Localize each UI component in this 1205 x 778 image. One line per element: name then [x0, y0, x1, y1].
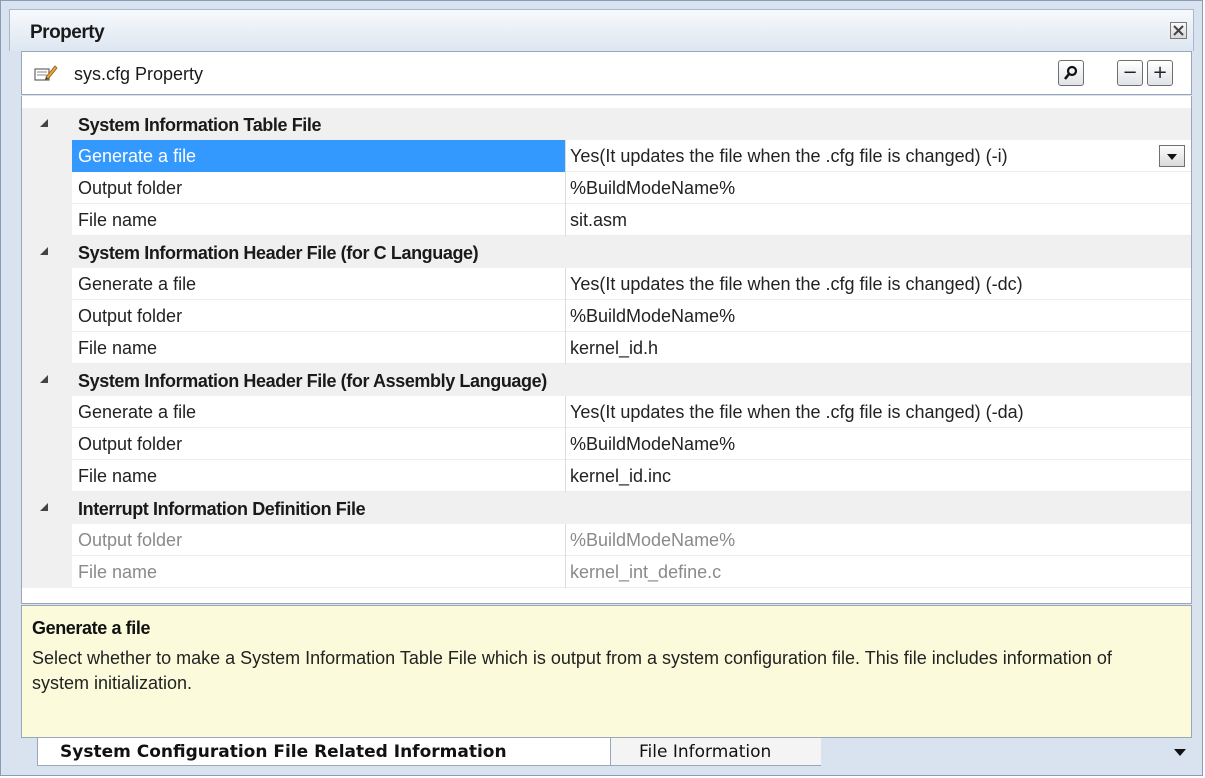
row-gutter — [22, 428, 72, 460]
property-name-text: File name — [78, 210, 158, 230]
property-name[interactable]: File name — [72, 460, 566, 492]
description-title: Generate a file — [32, 618, 151, 638]
panel-titlebar: Property — [9, 9, 1194, 51]
property-name-text: File name — [78, 338, 158, 358]
property-value[interactable]: Yes(It updates the file when the .cfg fi… — [566, 396, 1191, 428]
tab-system-configuration-file-related-information[interactable]: System Configuration File Related Inform… — [37, 738, 611, 766]
description-pane: Generate a file Select whether to make a… — [21, 605, 1192, 738]
property-name-text: File name — [78, 562, 158, 582]
property-name-text: Generate a file — [78, 274, 197, 294]
category-label: System Information Header File (for C La… — [78, 243, 479, 263]
close-icon[interactable] — [1170, 22, 1187, 39]
property-value[interactable]: %BuildModeName% — [566, 428, 1191, 460]
property-value: kernel_int_define.c — [566, 556, 1191, 588]
category-label: Interrupt Information Definition File — [78, 499, 366, 519]
property-value[interactable]: Yes(It updates the file when the .cfg fi… — [566, 268, 1191, 300]
category-header-file-assembly[interactable]: System Information Header File (for Asse… — [22, 364, 1191, 396]
property-name-text: Output folder — [78, 434, 183, 454]
expand-all-button[interactable]: + — [1147, 60, 1173, 86]
property-value-text: kernel_int_define.c — [570, 562, 722, 582]
property-value[interactable]: kernel_id.h — [566, 332, 1191, 364]
property-row-file-name: File name kernel_int_define.c — [22, 556, 1191, 588]
property-value-text: Yes(It updates the file when the .cfg fi… — [570, 146, 1008, 166]
search-button[interactable] — [1058, 60, 1084, 86]
category-header-file-c[interactable]: System Information Header File (for C La… — [22, 236, 1191, 268]
property-value-text: kernel_id.inc — [570, 466, 672, 486]
property-row-file-name[interactable]: File name sit.asm — [22, 204, 1191, 236]
property-name[interactable]: Generate a file — [72, 268, 566, 300]
row-gutter — [22, 300, 72, 332]
collapse-arrow-icon[interactable] — [40, 247, 48, 255]
row-gutter — [22, 396, 72, 428]
property-row-generate-a-file[interactable]: Generate a file Yes(It updates the file … — [22, 396, 1191, 428]
property-row-generate-a-file[interactable]: Generate a file Yes(It updates the file … — [22, 140, 1191, 172]
property-name[interactable]: Generate a file — [72, 396, 566, 428]
property-value[interactable]: %BuildModeName% — [566, 172, 1191, 204]
property-value-text: %BuildModeName% — [570, 178, 736, 198]
property-name-text: File name — [78, 466, 158, 486]
row-gutter — [22, 204, 72, 236]
property-name[interactable]: File name — [72, 332, 566, 364]
tab-strip: System Configuration File Related Inform… — [21, 738, 1192, 768]
property-toolbar: sys.cfg Property − + — [21, 51, 1192, 95]
search-icon — [1063, 65, 1078, 80]
property-value[interactable]: %BuildModeName% — [566, 300, 1191, 332]
property-row-output-folder[interactable]: Output folder %BuildModeName% — [22, 428, 1191, 460]
row-gutter — [22, 140, 72, 172]
property-value-text: %BuildModeName% — [570, 434, 736, 454]
property-row-output-folder[interactable]: Output folder %BuildModeName% — [22, 172, 1191, 204]
tab-list-dropdown-icon[interactable] — [1174, 749, 1186, 756]
property-row-file-name[interactable]: File name kernel_id.h — [22, 332, 1191, 364]
tab-file-information[interactable]: File Information — [611, 738, 821, 766]
property-grid: System Information Table File Generate a… — [21, 96, 1192, 604]
property-value: %BuildModeName% — [566, 524, 1191, 556]
property-name-text: Generate a file — [78, 402, 197, 422]
property-name-text: Output folder — [78, 306, 183, 326]
property-name-text: Generate a file — [78, 146, 197, 166]
property-value-text: sit.asm — [570, 210, 628, 230]
property-row-file-name[interactable]: File name kernel_id.inc — [22, 460, 1191, 492]
category-label: System Information Table File — [78, 115, 322, 135]
collapse-all-button[interactable]: − — [1117, 60, 1143, 86]
row-gutter — [22, 460, 72, 492]
row-gutter — [22, 268, 72, 300]
property-name-text: Output folder — [78, 530, 183, 550]
toolbar-label: sys.cfg Property — [74, 64, 204, 84]
row-gutter — [22, 332, 72, 364]
property-value-text: kernel_id.h — [570, 338, 659, 358]
property-icon — [34, 63, 58, 83]
category-label: System Information Header File (for Asse… — [78, 371, 547, 391]
property-row-generate-a-file[interactable]: Generate a file Yes(It updates the file … — [22, 268, 1191, 300]
row-gutter — [22, 556, 72, 588]
property-value-text: Yes(It updates the file when the .cfg fi… — [570, 402, 1024, 422]
property-value[interactable]: sit.asm — [566, 204, 1191, 236]
chevron-down-icon — [1167, 154, 1177, 160]
property-name[interactable]: Generate a file — [72, 140, 566, 172]
panel-title: Property — [30, 22, 105, 43]
property-name: Output folder — [72, 524, 566, 556]
row-gutter — [22, 172, 72, 204]
collapse-arrow-icon[interactable] — [40, 375, 48, 383]
category-system-information-table-file[interactable]: System Information Table File — [22, 108, 1191, 140]
category-interrupt-definition-file[interactable]: Interrupt Information Definition File — [22, 492, 1191, 524]
property-name[interactable]: Output folder — [72, 428, 566, 460]
property-name: File name — [72, 556, 566, 588]
row-gutter — [22, 524, 72, 556]
property-value-text: Yes(It updates the file when the .cfg fi… — [570, 274, 1023, 294]
property-value[interactable]: kernel_id.inc — [566, 460, 1191, 492]
property-panel: Property sys.cfg Property − + System Inf… — [0, 0, 1203, 776]
description-text: Select whether to make a System Informat… — [32, 648, 1112, 693]
property-name[interactable]: File name — [72, 204, 566, 236]
property-row-output-folder[interactable]: Output folder %BuildModeName% — [22, 300, 1191, 332]
property-name[interactable]: Output folder — [72, 172, 566, 204]
property-value[interactable]: Yes(It updates the file when the .cfg fi… — [566, 140, 1191, 172]
property-row-output-folder: Output folder %BuildModeName% — [22, 524, 1191, 556]
collapse-arrow-icon[interactable] — [40, 119, 48, 127]
property-name-text: Output folder — [78, 178, 183, 198]
property-value-text: %BuildModeName% — [570, 530, 736, 550]
property-name[interactable]: Output folder — [72, 300, 566, 332]
dropdown-button[interactable] — [1159, 145, 1185, 167]
collapse-arrow-icon[interactable] — [40, 503, 48, 511]
property-value-text: %BuildModeName% — [570, 306, 736, 326]
